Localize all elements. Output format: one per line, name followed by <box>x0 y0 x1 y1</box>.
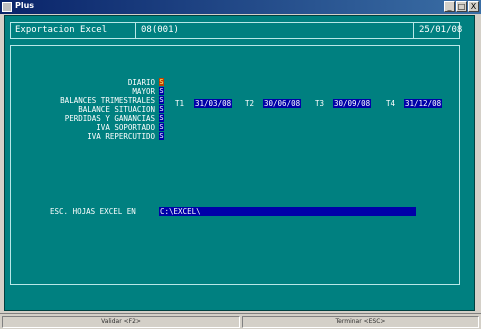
option-field-diario[interactable]: S <box>159 78 164 86</box>
minimize-button[interactable]: _ <box>444 1 455 12</box>
header-divider <box>135 23 136 38</box>
option-field-balance-situacion[interactable]: S <box>159 105 164 113</box>
quarter-date-t3[interactable]: 30/09/08 <box>333 99 372 108</box>
quarter-date-t4[interactable]: 31/12/08 <box>404 99 443 108</box>
finish-hint[interactable]: Terminar <ESC> <box>242 316 479 328</box>
option-field-iva-soportado[interactable]: S <box>159 123 164 131</box>
option-field-mayor[interactable]: S <box>159 87 164 95</box>
window-controls: _ □ X <box>444 1 479 12</box>
screen-title: Exportacion Excel <box>15 25 108 35</box>
validate-hint[interactable]: Validar <F2> <box>2 316 240 328</box>
quarter-label-t1: T1 <box>175 99 185 108</box>
quarter-label-t3: T3 <box>315 99 325 108</box>
quarter-date-t1[interactable]: 31/03/08 <box>194 99 233 108</box>
current-date: 25/01/08 <box>419 25 463 35</box>
maximize-button[interactable]: □ <box>456 1 467 12</box>
option-field-iva-repercutido[interactable]: S <box>159 132 164 140</box>
option-label-diario: DIARIO <box>127 78 155 87</box>
excel-path-input[interactable]: C:\EXCEL\ <box>159 207 416 216</box>
app-icon <box>2 2 12 12</box>
screen-header: Exportacion Excel 08(001) 25/01/08 <box>10 22 463 39</box>
option-label-balances-trimestrales: BALANCES TRIMESTRALES <box>60 96 155 105</box>
option-label-perdidas-ganancias: PERDIDAS Y GANANCIAS <box>64 114 155 123</box>
option-field-perdidas-ganancias[interactable]: S <box>159 114 164 122</box>
title-bar: Plus _ □ X <box>0 0 481 14</box>
status-bar: Validar <F2> Terminar <ESC> <box>0 313 481 329</box>
company-code: 08(001) <box>141 25 179 35</box>
quarter-date-t2[interactable]: 30/06/08 <box>263 99 302 108</box>
quarter-label-t2: T2 <box>245 99 255 108</box>
option-label-iva-repercutido: IVA REPERCUTIDO <box>87 132 155 141</box>
option-label-balance-situacion: BALANCE SITUACION <box>78 105 155 114</box>
quarter-label-t4: T4 <box>386 99 396 108</box>
option-field-balances-trimestrales[interactable]: S <box>159 96 164 104</box>
window-title: Plus <box>15 1 35 10</box>
header-divider <box>413 23 414 38</box>
option-label-mayor: MAYOR <box>132 87 155 96</box>
close-button[interactable]: X <box>468 1 479 12</box>
option-label-iva-soportado: IVA SOPORTADO <box>96 123 155 132</box>
excel-path-label: ESC. HOJAS EXCEL EN <box>50 207 136 216</box>
